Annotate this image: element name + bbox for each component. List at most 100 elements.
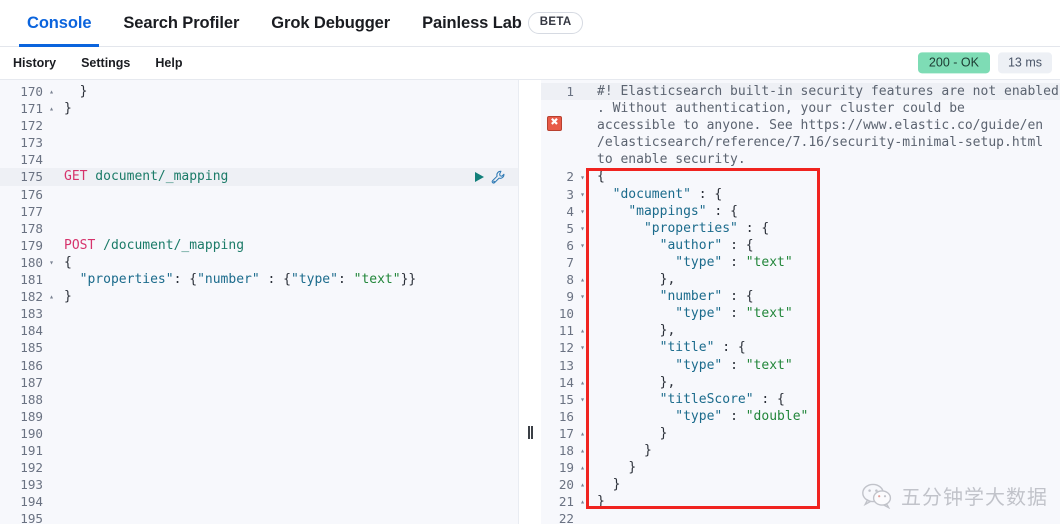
editor-line[interactable]: 177: [0, 203, 518, 220]
editor-line[interactable]: 188: [0, 391, 518, 408]
editor-line[interactable]: 193: [0, 476, 518, 493]
editor-line[interactable]: 182▴}: [0, 288, 518, 305]
tab-grok-debugger[interactable]: Grok Debugger: [255, 0, 406, 47]
response-line: 12▾ "title" : {: [541, 339, 1060, 356]
line-number: 181: [0, 271, 46, 288]
fold-toggle-icon[interactable]: ▴: [577, 442, 588, 459]
splitter-grip-icon[interactable]: [528, 426, 533, 439]
editor-line[interactable]: 186: [0, 357, 518, 374]
editor-line[interactable]: 191: [0, 442, 518, 459]
editor-line[interactable]: 185: [0, 339, 518, 356]
response-warning-line: to enable security.: [541, 151, 1060, 168]
fold-toggle-icon[interactable]: ▾: [577, 339, 588, 356]
editor-line-text: GET document/_mapping: [57, 168, 518, 185]
line-number: 179: [0, 237, 46, 254]
line-number: 182: [0, 288, 46, 305]
line-number: 13: [541, 357, 577, 374]
fold-toggle-icon[interactable]: ▴: [46, 288, 57, 305]
fold-toggle-icon[interactable]: ▾: [577, 220, 588, 237]
request-editor[interactable]: 170▴ }171▴}172173174175 GET document/_map…: [0, 80, 519, 524]
fold-toggle-icon[interactable]: ▴: [577, 476, 588, 493]
response-line-text: "properties" : {: [588, 220, 1060, 237]
response-line-text: }: [588, 425, 1060, 442]
line-number: 178: [0, 220, 46, 237]
line-number: 7: [541, 254, 577, 271]
play-icon[interactable]: [475, 172, 484, 182]
editor-line[interactable]: 173: [0, 134, 518, 151]
wrench-icon[interactable]: [491, 170, 506, 185]
editor-line[interactable]: 176: [0, 186, 518, 203]
pane-splitter[interactable]: [519, 80, 541, 524]
console-panes: 170▴ }171▴}172173174175 GET document/_map…: [0, 79, 1060, 524]
response-line-text: "type" : "text": [588, 254, 1060, 271]
editor-line[interactable]: 183: [0, 305, 518, 322]
editor-line[interactable]: 175 GET document/_mapping: [0, 168, 518, 185]
line-number: 16: [541, 408, 577, 425]
fold-toggle-icon[interactable]: ▾: [577, 288, 588, 305]
line-number: 15: [541, 391, 577, 408]
fold-toggle-icon[interactable]: ▴: [46, 100, 57, 117]
main-tabbar: Console Search Profiler Grok Debugger Pa…: [0, 0, 1060, 47]
response-editor[interactable]: ✖ 1#! Elasticsearch built-in security fe…: [541, 80, 1060, 524]
editor-line[interactable]: 179POST /document/_mapping: [0, 237, 518, 254]
editor-line-text: {: [57, 254, 518, 271]
editor-line[interactable]: 174: [0, 151, 518, 168]
fold-toggle-icon[interactable]: ▾: [577, 203, 588, 220]
response-warning-line: accessible to anyone. See https://www.el…: [541, 117, 1060, 134]
line-number: 174: [0, 151, 46, 168]
tab-search-profiler[interactable]: Search Profiler: [107, 0, 255, 47]
line-number: 190: [0, 425, 46, 442]
response-time-badge: 13 ms: [998, 52, 1052, 73]
editor-line[interactable]: 171▴}: [0, 100, 518, 117]
editor-line[interactable]: 170▴ }: [0, 83, 518, 100]
response-warning-text: to enable security.: [588, 151, 1060, 168]
response-warning-text: #! Elasticsearch built-in security featu…: [588, 83, 1060, 100]
fold-toggle-icon[interactable]: ▴: [577, 425, 588, 442]
tab-grok-debugger-label: Grok Debugger: [271, 14, 390, 33]
history-button[interactable]: History: [13, 56, 56, 70]
fold-toggle-icon[interactable]: ▴: [577, 459, 588, 476]
line-number: 4: [541, 203, 577, 220]
editor-line[interactable]: 180▾{: [0, 254, 518, 271]
fold-toggle-icon[interactable]: ▴: [577, 493, 588, 510]
line-number: 186: [0, 357, 46, 374]
response-line: 11▴ },: [541, 322, 1060, 339]
line-number: 6: [541, 237, 577, 254]
fold-toggle-icon[interactable]: ▴: [46, 83, 57, 100]
request-editor-lines: 170▴ }171▴}172173174175 GET document/_map…: [0, 80, 518, 524]
response-line: 22: [541, 510, 1060, 524]
fold-toggle-icon[interactable]: ▴: [577, 271, 588, 288]
line-number: 185: [0, 339, 46, 356]
fold-toggle-icon[interactable]: ▾: [577, 169, 588, 186]
fold-toggle-icon[interactable]: ▾: [577, 186, 588, 203]
line-number: 177: [0, 203, 46, 220]
line-number: 175: [0, 168, 46, 185]
editor-line[interactable]: 194: [0, 493, 518, 510]
beta-badge: BETA: [528, 12, 584, 34]
fold-toggle-icon[interactable]: ▾: [46, 254, 57, 271]
response-line-text: "type" : "double": [588, 408, 1060, 425]
fold-toggle-icon[interactable]: ▴: [577, 322, 588, 339]
editor-line[interactable]: 184: [0, 322, 518, 339]
editor-line[interactable]: 187: [0, 374, 518, 391]
tab-painless-lab[interactable]: Painless Lab BETA: [406, 0, 599, 47]
editor-line[interactable]: 190: [0, 425, 518, 442]
fold-toggle-icon[interactable]: ▾: [577, 391, 588, 408]
editor-line-text: }: [57, 100, 518, 117]
status-badge: 200 - OK: [918, 52, 990, 73]
line-number: 12: [541, 339, 577, 356]
editor-line-text: }: [57, 288, 518, 305]
response-line-text: "type" : "text": [588, 357, 1060, 374]
editor-line[interactable]: 189: [0, 408, 518, 425]
editor-line[interactable]: 178: [0, 220, 518, 237]
editor-line[interactable]: 192: [0, 459, 518, 476]
settings-button[interactable]: Settings: [81, 56, 130, 70]
fold-toggle-icon[interactable]: ▾: [577, 237, 588, 254]
editor-line[interactable]: 195: [0, 510, 518, 524]
response-warning-text: /elasticsearch/reference/7.16/security-m…: [588, 134, 1060, 151]
editor-line[interactable]: 181 "properties": {"number" : {"type": "…: [0, 271, 518, 288]
tab-console[interactable]: Console: [11, 0, 107, 47]
fold-toggle-icon[interactable]: ▴: [577, 374, 588, 391]
editor-line[interactable]: 172: [0, 117, 518, 134]
help-button[interactable]: Help: [155, 56, 182, 70]
